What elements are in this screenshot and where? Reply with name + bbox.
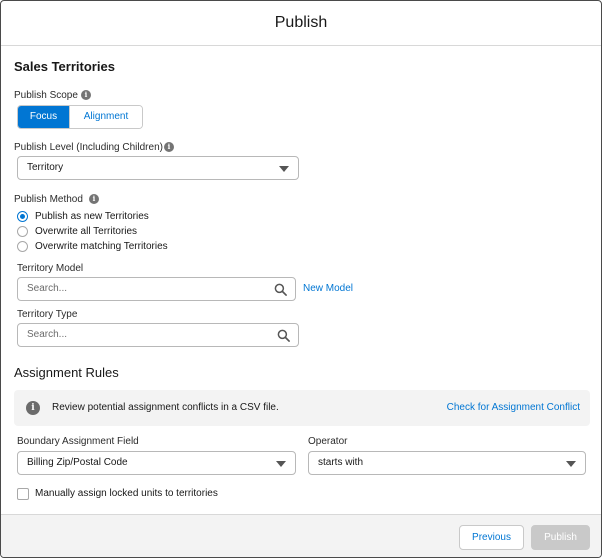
info-icon[interactable]: i xyxy=(89,194,99,204)
publish-method-label: Publish Method xyxy=(14,194,83,205)
boundary-field-label: Boundary Assignment Field xyxy=(17,436,139,447)
territory-model-search-input[interactable]: Search... xyxy=(17,277,296,301)
modal-header: Publish xyxy=(1,1,601,46)
publish-scope-toggle: Focus Alignment xyxy=(17,105,143,129)
modal-footer: Previous Publish xyxy=(1,514,601,557)
search-placeholder: Search... xyxy=(27,283,68,294)
section-title-sales-territories: Sales Territories xyxy=(14,59,115,74)
radio-label: Publish as new Territories xyxy=(35,210,149,222)
radio-label: Overwrite all Territories xyxy=(35,225,138,237)
publish-modal: Publish Sales Territories Publish Scope … xyxy=(0,0,602,558)
search-placeholder: Search... xyxy=(27,329,68,340)
info-icon: i xyxy=(26,401,40,415)
publish-level-label: Publish Level (Including Children) xyxy=(14,142,163,153)
radio-label: Overwrite matching Territories xyxy=(35,240,168,252)
boundary-field-value: Billing Zip/Postal Code xyxy=(27,457,128,468)
check-conflict-link[interactable]: Check for Assignment Conflict xyxy=(447,402,580,413)
radio-overwrite-matching[interactable]: Overwrite matching Territories xyxy=(17,239,168,253)
scope-focus-button[interactable]: Focus xyxy=(18,106,69,128)
conflict-banner: i Review potential assignment conflicts … xyxy=(14,390,590,426)
publish-level-value: Territory xyxy=(27,162,64,173)
scope-alignment-button[interactable]: Alignment xyxy=(69,106,142,128)
chevron-down-icon xyxy=(566,461,576,467)
boundary-field-select[interactable]: Billing Zip/Postal Code xyxy=(17,451,296,475)
territory-type-search-input[interactable]: Search... xyxy=(17,323,299,347)
chevron-down-icon xyxy=(276,461,286,467)
previous-button[interactable]: Previous xyxy=(459,525,524,550)
territory-model-label: Territory Model xyxy=(17,263,84,274)
modal-title: Publish xyxy=(274,14,328,31)
new-model-link[interactable]: New Model xyxy=(303,283,353,294)
info-icon[interactable]: i xyxy=(164,142,174,152)
territory-type-label: Territory Type xyxy=(17,309,78,320)
publish-level-select[interactable]: Territory xyxy=(17,156,299,180)
radio-publish-new[interactable]: Publish as new Territories xyxy=(17,209,149,223)
info-icon[interactable]: i xyxy=(81,90,91,100)
radio-button[interactable] xyxy=(17,240,28,252)
radio-overwrite-all[interactable]: Overwrite all Territories xyxy=(17,224,137,238)
search-icon xyxy=(274,283,287,296)
section-title-assignment-rules: Assignment Rules xyxy=(14,365,119,380)
radio-button[interactable] xyxy=(17,225,28,237)
operator-select[interactable]: starts with xyxy=(308,451,586,475)
radio-button-checked[interactable] xyxy=(17,210,28,222)
operator-label: Operator xyxy=(308,436,348,447)
manual-assign-checkbox[interactable] xyxy=(17,488,29,500)
publish-scope-label: Publish Scope xyxy=(14,90,78,101)
banner-text: Review potential assignment conflicts in… xyxy=(52,402,279,413)
chevron-down-icon xyxy=(279,166,289,172)
operator-value: starts with xyxy=(318,457,364,468)
search-icon xyxy=(277,329,290,342)
publish-button[interactable]: Publish xyxy=(531,525,590,550)
manual-assign-label: Manually assign locked units to territor… xyxy=(35,488,218,499)
